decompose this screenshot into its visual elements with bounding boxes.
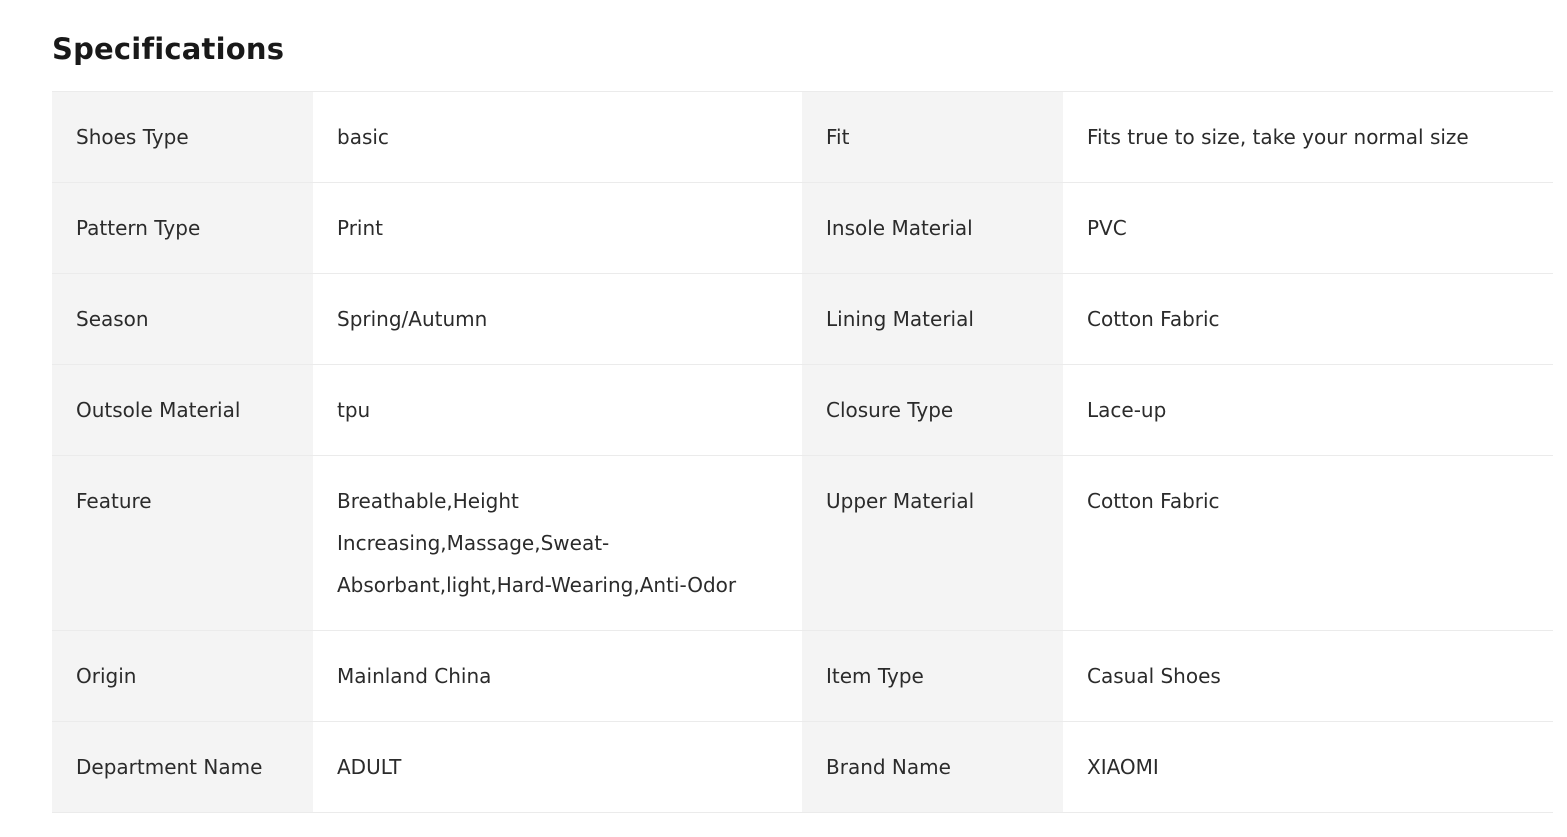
spec-value: Print	[313, 183, 802, 273]
spec-key: Pattern Type	[52, 183, 313, 273]
specifications-table: Shoes Type basic Fit Fits true to size, …	[52, 91, 1553, 813]
spec-row-pattern-type: Pattern Type Print Insole Material PVC	[52, 183, 1553, 274]
spec-value: basic	[313, 92, 802, 182]
spec-key: Feature	[52, 456, 313, 630]
spec-key: Upper Material	[802, 456, 1063, 630]
spec-value: Cotton Fabric	[1063, 456, 1553, 630]
spec-value: ADULT	[313, 722, 802, 812]
spec-value: tpu	[313, 365, 802, 455]
spec-row-origin: Origin Mainland China Item Type Casual S…	[52, 631, 1553, 722]
spec-key: Department Name	[52, 722, 313, 812]
spec-key: Insole Material	[802, 183, 1063, 273]
spec-key: Brand Name	[802, 722, 1063, 812]
spec-key: Season	[52, 274, 313, 364]
spec-row-shoes-type: Shoes Type basic Fit Fits true to size, …	[52, 92, 1553, 183]
spec-key: Item Type	[802, 631, 1063, 721]
page-title: Specifications	[52, 32, 285, 66]
spec-key: Origin	[52, 631, 313, 721]
spec-value: PVC	[1063, 183, 1553, 273]
spec-key: Lining Material	[802, 274, 1063, 364]
spec-value: Breathable,Height Increasing,Massage,Swe…	[313, 456, 802, 630]
spec-key: Outsole Material	[52, 365, 313, 455]
spec-row-outsole-material: Outsole Material tpu Closure Type Lace-u…	[52, 365, 1553, 456]
spec-row-season: Season Spring/Autumn Lining Material Cot…	[52, 274, 1553, 365]
spec-key: Shoes Type	[52, 92, 313, 182]
spec-value: Spring/Autumn	[313, 274, 802, 364]
spec-key: Fit	[802, 92, 1063, 182]
spec-row-department-name: Department Name ADULT Brand Name XIAOMI	[52, 722, 1553, 813]
spec-value: Lace-up	[1063, 365, 1553, 455]
spec-row-feature: Feature Breathable,Height Increasing,Mas…	[52, 456, 1553, 631]
spec-value: XIAOMI	[1063, 722, 1553, 812]
spec-value: Cotton Fabric	[1063, 274, 1553, 364]
spec-value: Casual Shoes	[1063, 631, 1553, 721]
spec-value: Fits true to size, take your normal size	[1063, 92, 1553, 182]
spec-value: Mainland China	[313, 631, 802, 721]
spec-key: Closure Type	[802, 365, 1063, 455]
